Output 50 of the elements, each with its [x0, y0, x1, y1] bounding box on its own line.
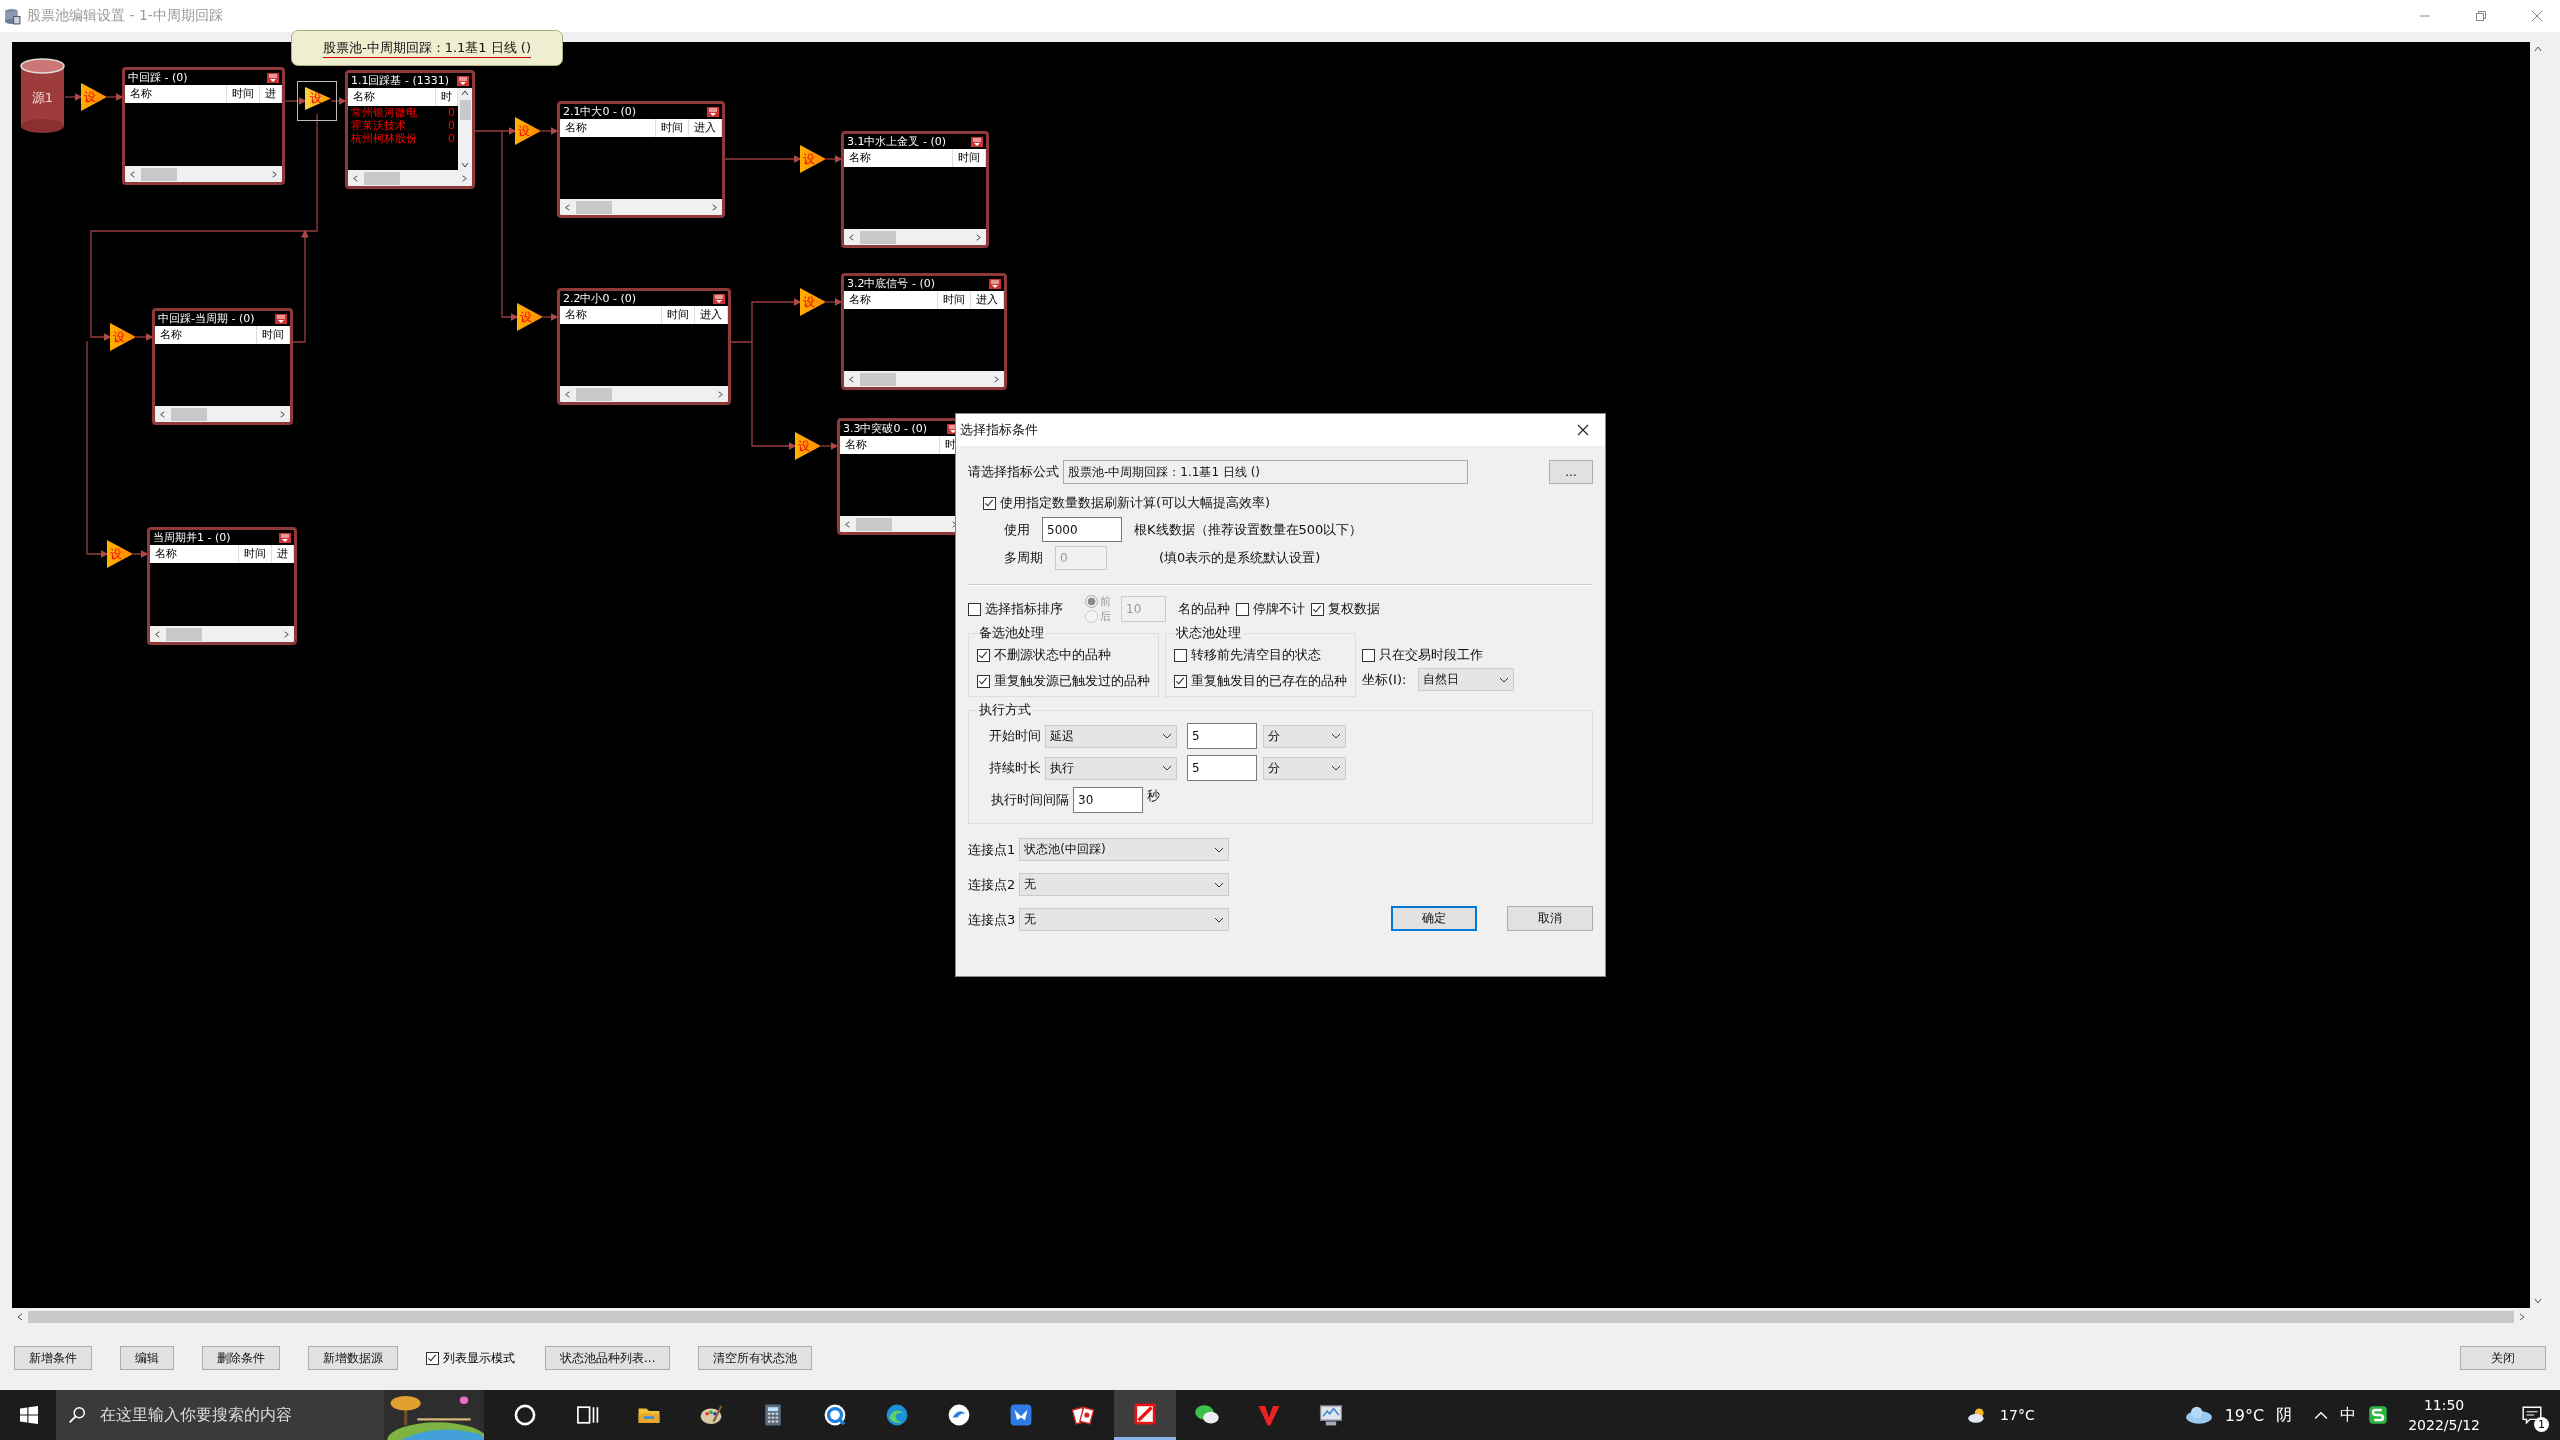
group-title: 备选池处理 — [978, 624, 1045, 642]
temperature: 19°C — [2224, 1405, 2265, 1425]
tooltip-text: 股票池-中周期回踩：1.1基1 日线 () — [322, 38, 531, 58]
field-label: 请选择指标公式 — [968, 463, 1059, 481]
checkbox-label: 停牌不计 — [1253, 600, 1305, 618]
field-label: 使用 — [1004, 520, 1030, 539]
field-label: 持续时长 — [988, 759, 1041, 777]
field-hint: (填0表示的是系统默认设置) — [1159, 549, 1321, 567]
unit-label: 秒 — [1147, 787, 1160, 805]
window-title: 股票池编辑设置 - 1-中周期回踩 — [27, 7, 223, 25]
node-title: 中回踩 - (0) — [128, 70, 188, 85]
field-label: 多周期 — [1004, 549, 1043, 567]
radio-label: 前 — [1100, 594, 1111, 609]
notification-badge: 1 — [2534, 1417, 2549, 1432]
table-cell: 0 — [448, 119, 455, 132]
stock-name: 杭州柯林股份 — [351, 132, 417, 145]
checkbox-label: 重复触发源已触发过的品种 — [994, 672, 1150, 690]
checkbox-label: 选择指标排序 — [985, 600, 1063, 618]
field-label: 连接点1 — [968, 840, 1016, 859]
field-hint: 根K线数据（推荐设置数量在500以下） — [1134, 520, 1363, 539]
group-title: 执行方式 — [978, 701, 1032, 719]
field-label: 连接点2 — [968, 875, 1016, 894]
checkbox-label: 只在交易时段工作 — [1379, 646, 1483, 664]
table-cell: 0 — [448, 106, 455, 119]
radio-label: 后 — [1100, 609, 1111, 624]
node-title: 3.1中水上金叉 - (0) — [847, 134, 947, 149]
temperature: 17°C — [2000, 1407, 2035, 1423]
stock-name: 常州银河微电 — [351, 106, 417, 119]
group-title: 状态池处理 — [1175, 624, 1242, 642]
node-title: 2.2中小0 - (0) — [563, 291, 637, 306]
checkbox-label: 复权数据 — [1328, 600, 1380, 618]
checkbox-label: 转移前先清空目的状态 — [1191, 646, 1321, 664]
field-hint: 名的品种 — [1178, 600, 1230, 618]
checkbox-label: 使用指定数量数据刷新计算(可以大幅提高效率) — [1000, 494, 1271, 512]
weather-text: 阴 — [2276, 1404, 2293, 1426]
checkbox-label: 重复触发目的已存在的品种 — [1191, 672, 1347, 690]
field-label: 开始时间 — [988, 727, 1041, 745]
node-title: 3.3中突破0 - (0) — [843, 421, 928, 436]
stock-name: 霍莱沃技术 — [351, 119, 406, 132]
table-cell: 0 — [448, 132, 455, 145]
node-title: 2.1中大0 - (0) — [563, 104, 637, 119]
node-title: 1.1回踩基 - (1331) — [351, 73, 450, 88]
field-label: 坐标(I): — [1362, 670, 1407, 689]
field-label: 连接点3 — [968, 910, 1016, 929]
node-title: 3.2中底信号 - (0) — [847, 276, 936, 291]
node-title: 当周期并1 - (0) — [153, 530, 231, 545]
field-label: 执行时间间隔 — [991, 791, 1069, 809]
node-title: 中回踩-当周期 - (0) — [158, 311, 255, 326]
checkbox-label: 列表显示模式 — [443, 1349, 515, 1367]
checkbox-label: 不删源状态中的品种 — [994, 646, 1111, 664]
